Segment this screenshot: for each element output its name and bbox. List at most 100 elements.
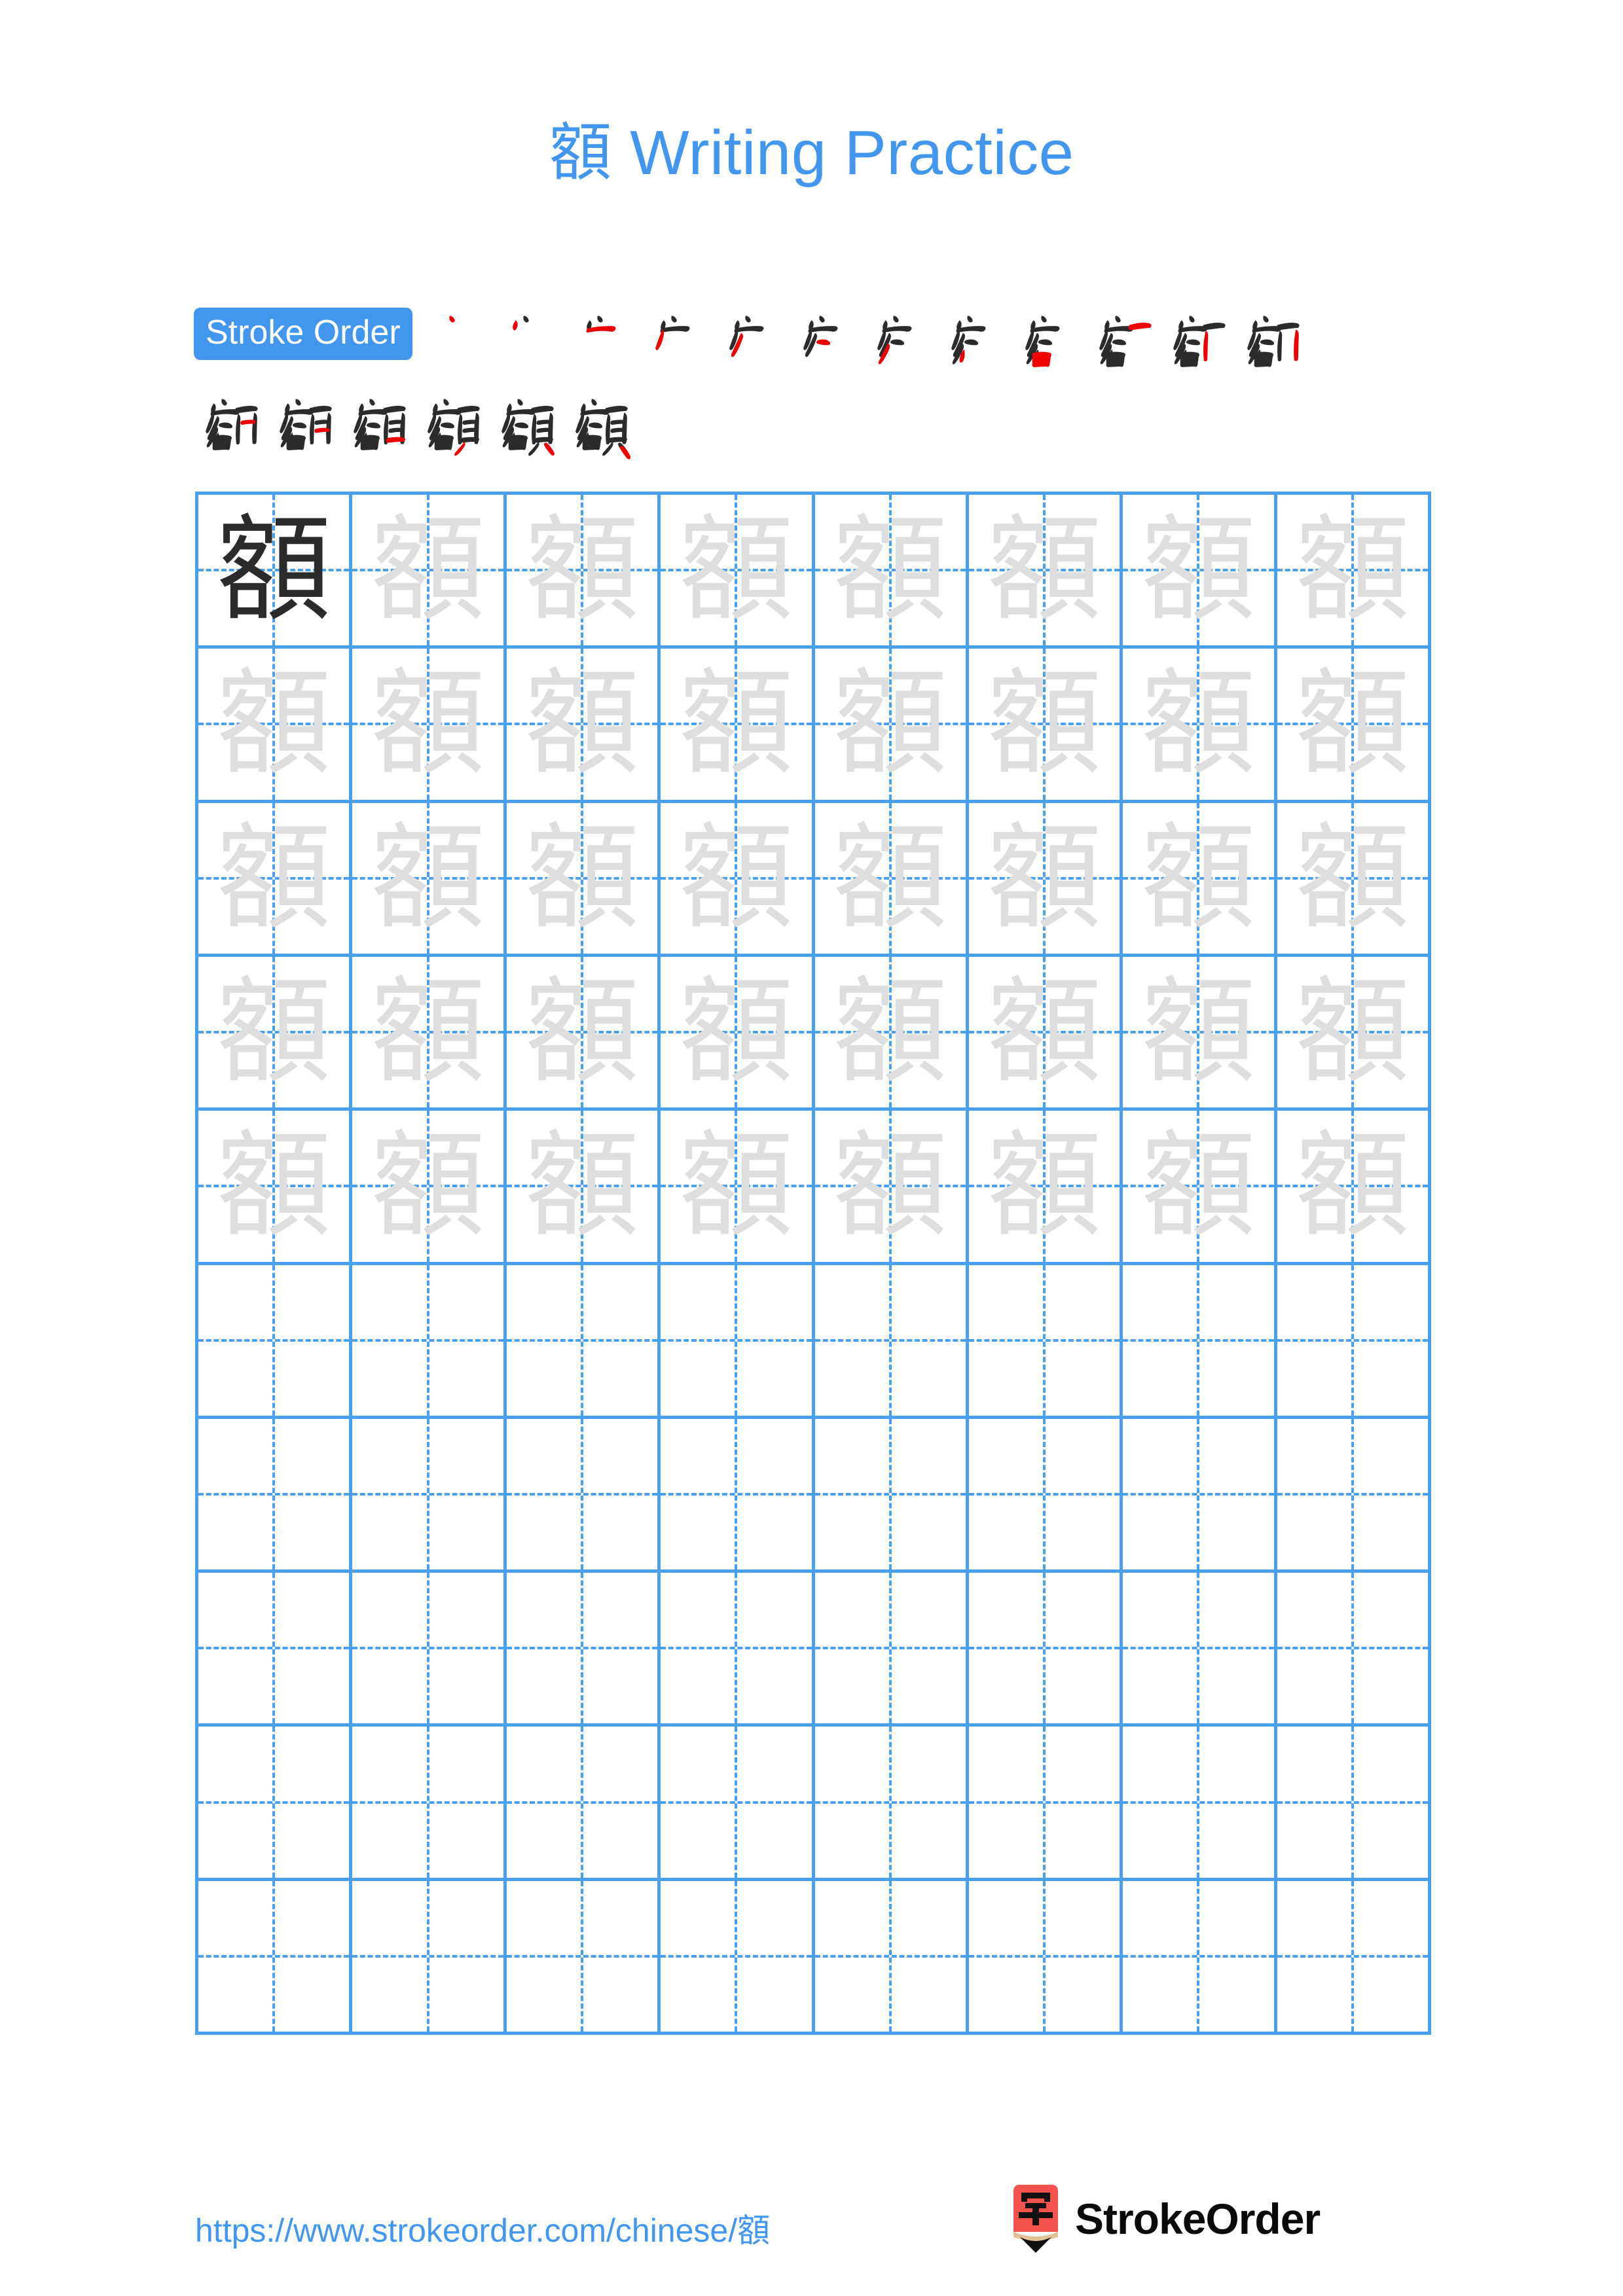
practice-cell-r8-c6[interactable] xyxy=(968,1573,1123,1727)
practice-cell-r3-c1[interactable]: 額 xyxy=(198,802,353,957)
practice-cell-r5-c7[interactable]: 額 xyxy=(1123,1111,1277,1265)
practice-cell-r6-c7[interactable] xyxy=(1123,1265,1277,1419)
practice-cell-r10-c1[interactable] xyxy=(198,1880,353,2035)
practice-cell-r4-c5[interactable]: 額 xyxy=(814,956,969,1111)
practice-cell-r2-c2[interactable]: 額 xyxy=(352,649,507,803)
practice-cell-r10-c3[interactable] xyxy=(506,1880,661,2035)
practice-cell-r3-c3[interactable]: 額 xyxy=(506,802,661,957)
practice-cell-r6-c6[interactable] xyxy=(968,1265,1123,1419)
practice-cell-r5-c5[interactable]: 額 xyxy=(814,1111,969,1265)
practice-cell-r10-c5[interactable] xyxy=(814,1880,969,2035)
practice-cell-r7-c1[interactable] xyxy=(198,1418,353,1573)
practice-cell-r7-c8[interactable] xyxy=(1277,1418,1431,1573)
practice-cell-r10-c7[interactable] xyxy=(1123,1880,1277,2035)
practice-cell-r9-c3[interactable] xyxy=(506,1727,661,1881)
practice-character: 額 xyxy=(987,503,1103,637)
practice-cell-r9-c4[interactable] xyxy=(661,1727,815,1881)
stroke-step-1 xyxy=(424,308,498,382)
practice-cell-r1-c3[interactable]: 額 xyxy=(506,495,661,649)
footer-url-link[interactable]: https://www.strokeorder.com/chinese/額 xyxy=(195,2204,770,2251)
practice-cell-r3-c7[interactable]: 額 xyxy=(1123,802,1277,957)
practice-cell-r8-c2[interactable] xyxy=(352,1573,507,1727)
practice-character: 額 xyxy=(1294,656,1410,791)
practice-cell-r1-c7[interactable]: 額 xyxy=(1123,495,1277,649)
practice-cell-r7-c4[interactable] xyxy=(661,1418,815,1573)
practice-cell-r2-c1[interactable]: 額 xyxy=(198,649,353,803)
stroke-step-6 xyxy=(794,308,868,382)
practice-cell-r6-c8[interactable] xyxy=(1277,1265,1431,1419)
practice-cell-r6-c4[interactable] xyxy=(661,1265,815,1419)
practice-cell-r1-c1[interactable]: 額 xyxy=(198,495,353,649)
practice-cell-r2-c8[interactable]: 額 xyxy=(1277,649,1431,803)
practice-cell-r4-c4[interactable]: 額 xyxy=(661,956,815,1111)
practice-cell-r1-c6[interactable]: 額 xyxy=(968,495,1123,649)
practice-character xyxy=(198,1419,349,1570)
practice-cell-r8-c3[interactable] xyxy=(506,1573,661,1727)
page-title: 額 Writing Practice xyxy=(0,101,1623,192)
practice-cell-r10-c4[interactable] xyxy=(661,1880,815,2035)
stroke-step-13 xyxy=(196,391,270,465)
practice-cell-r7-c7[interactable] xyxy=(1123,1418,1277,1573)
practice-cell-r4-c2[interactable]: 額 xyxy=(352,956,507,1111)
practice-cell-r7-c6[interactable] xyxy=(968,1418,1123,1573)
practice-cell-r2-c4[interactable]: 額 xyxy=(661,649,815,803)
practice-character: 額 xyxy=(1140,965,1256,1100)
practice-cell-r9-c2[interactable] xyxy=(352,1727,507,1881)
practice-cell-r5-c3[interactable]: 額 xyxy=(506,1111,661,1265)
practice-cell-r2-c6[interactable]: 額 xyxy=(968,649,1123,803)
practice-cell-r6-c2[interactable] xyxy=(352,1265,507,1419)
practice-cell-r1-c5[interactable]: 額 xyxy=(814,495,969,649)
practice-cell-r10-c2[interactable] xyxy=(352,1880,507,2035)
practice-character xyxy=(661,1727,811,1877)
practice-cell-r4-c3[interactable]: 額 xyxy=(506,956,661,1111)
practice-cell-r2-c5[interactable]: 額 xyxy=(814,649,969,803)
practice-cell-r10-c8[interactable] xyxy=(1277,1880,1431,2035)
practice-cell-r1-c2[interactable]: 額 xyxy=(352,495,507,649)
practice-cell-r9-c6[interactable] xyxy=(968,1727,1123,1881)
practice-cell-r1-c8[interactable]: 額 xyxy=(1277,495,1431,649)
practice-cell-r4-c1[interactable]: 額 xyxy=(198,956,353,1111)
practice-cell-r2-c7[interactable]: 額 xyxy=(1123,649,1277,803)
practice-cell-r4-c7[interactable]: 額 xyxy=(1123,956,1277,1111)
practice-cell-r7-c2[interactable] xyxy=(352,1418,507,1573)
practice-cell-r3-c6[interactable]: 額 xyxy=(968,802,1123,957)
practice-cell-r9-c5[interactable] xyxy=(814,1727,969,1881)
practice-cell-r10-c6[interactable] xyxy=(968,1880,1123,2035)
practice-cell-r9-c1[interactable] xyxy=(198,1727,353,1881)
practice-cell-r1-c4[interactable]: 額 xyxy=(661,495,815,649)
practice-cell-r8-c7[interactable] xyxy=(1123,1573,1277,1727)
practice-cell-r3-c2[interactable]: 額 xyxy=(352,802,507,957)
practice-cell-r5-c1[interactable]: 額 xyxy=(198,1111,353,1265)
practice-character xyxy=(661,1265,811,1416)
practice-character xyxy=(1277,1419,1428,1570)
practice-cell-r8-c8[interactable] xyxy=(1277,1573,1431,1727)
practice-cell-r3-c8[interactable]: 額 xyxy=(1277,802,1431,957)
practice-cell-r7-c5[interactable] xyxy=(814,1418,969,1573)
practice-cell-r5-c8[interactable]: 額 xyxy=(1277,1111,1431,1265)
practice-cell-r9-c8[interactable] xyxy=(1277,1727,1431,1881)
practice-cell-r6-c1[interactable] xyxy=(198,1265,353,1419)
practice-cell-r3-c5[interactable]: 額 xyxy=(814,802,969,957)
practice-cell-r6-c3[interactable] xyxy=(506,1265,661,1419)
practice-cell-r6-c5[interactable] xyxy=(814,1265,969,1419)
practice-cell-r9-c7[interactable] xyxy=(1123,1727,1277,1881)
practice-cell-r4-c6[interactable]: 額 xyxy=(968,956,1123,1111)
practice-character: 額 xyxy=(370,656,486,791)
practice-cell-r2-c3[interactable]: 額 xyxy=(506,649,661,803)
practice-cell-r8-c4[interactable] xyxy=(661,1573,815,1727)
practice-cell-r8-c5[interactable] xyxy=(814,1573,969,1727)
practice-cell-r4-c8[interactable]: 額 xyxy=(1277,956,1431,1111)
practice-character xyxy=(198,1265,349,1416)
practice-cell-r5-c2[interactable]: 額 xyxy=(352,1111,507,1265)
stroke-step-4 xyxy=(646,308,720,382)
practice-grid: 額額額額額額額額額額額額額額額額額額額額額額額額額額額額額額額額額額額額額額額額 xyxy=(195,492,1431,2035)
practice-cell-r3-c4[interactable]: 額 xyxy=(661,802,815,957)
practice-character xyxy=(198,1727,349,1877)
practice-cell-r5-c6[interactable]: 額 xyxy=(968,1111,1123,1265)
practice-cell-r5-c4[interactable]: 額 xyxy=(661,1111,815,1265)
practice-character xyxy=(969,1419,1120,1570)
practice-cell-r7-c3[interactable] xyxy=(506,1418,661,1573)
practice-character: 額 xyxy=(1140,1119,1256,1253)
practice-character: 額 xyxy=(524,656,640,791)
practice-cell-r8-c1[interactable] xyxy=(198,1573,353,1727)
